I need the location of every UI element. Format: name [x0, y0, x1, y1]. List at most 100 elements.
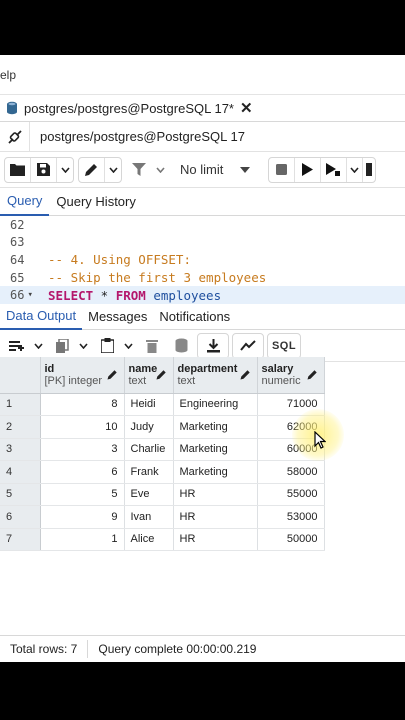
- paste-button[interactable]: [94, 334, 120, 358]
- cell-id[interactable]: 10: [40, 415, 125, 439]
- row-number-header[interactable]: [0, 357, 41, 394]
- clipboard-icon: [100, 338, 114, 353]
- row-number[interactable]: 7: [0, 528, 41, 551]
- tab-notifications[interactable]: Notifications: [153, 304, 236, 330]
- sql-editor[interactable]: 62 63 64 -- 4. Using OFFSET: 65 -- Skip …: [0, 216, 405, 304]
- chevron-down-icon: [33, 342, 43, 349]
- pencil-icon[interactable]: [107, 369, 118, 380]
- row-number[interactable]: 5: [0, 483, 41, 506]
- cell-name[interactable]: Eve: [124, 483, 174, 506]
- tab-query-history[interactable]: Query History: [49, 188, 142, 216]
- filter-button[interactable]: [126, 158, 152, 182]
- cell-id[interactable]: 3: [40, 438, 125, 461]
- tab-data-output[interactable]: Data Output: [0, 304, 83, 330]
- row-number[interactable]: 1: [0, 393, 41, 416]
- line-number: 65: [10, 270, 25, 285]
- cell-salary[interactable]: 58000: [257, 460, 325, 484]
- execute-options-dropdown[interactable]: [347, 157, 363, 182]
- cell-id[interactable]: 8: [40, 393, 125, 416]
- cell-name[interactable]: Alice: [124, 528, 174, 551]
- connection-status-icon[interactable]: [0, 121, 30, 152]
- trash-icon: [146, 339, 158, 353]
- column-header-department[interactable]: department text: [173, 357, 258, 394]
- table-row: 3 3 Charlie Marketing 60000: [0, 438, 325, 461]
- edit-options-dropdown[interactable]: [105, 158, 121, 182]
- delete-row-button[interactable]: [139, 334, 165, 358]
- cell-salary[interactable]: 55000: [257, 483, 325, 506]
- tab-messages[interactable]: Messages: [82, 304, 153, 330]
- more-toolbar-button[interactable]: [363, 158, 375, 182]
- copy-button[interactable]: [49, 334, 75, 358]
- close-icon[interactable]: ✕: [240, 99, 253, 117]
- cell-id[interactable]: 6: [40, 460, 125, 484]
- execute-button[interactable]: [295, 157, 321, 182]
- stop-button[interactable]: [269, 157, 295, 182]
- cell-department[interactable]: Marketing: [173, 460, 258, 484]
- filter-options-dropdown[interactable]: [152, 158, 168, 182]
- pencil-icon[interactable]: [240, 369, 251, 380]
- query-complete-status: Query complete 00:00:00.219: [98, 642, 257, 656]
- cell-name[interactable]: Heidi: [124, 393, 174, 416]
- graph-group: [232, 332, 264, 359]
- query-tabs: Query Query History: [0, 188, 405, 216]
- copy-group: [49, 332, 91, 359]
- line-code: SELECT * FROM employees: [48, 288, 221, 303]
- download-icon: [206, 338, 220, 352]
- cell-id[interactable]: 5: [40, 483, 125, 506]
- column-header-name[interactable]: name text: [124, 357, 174, 394]
- query-tool-tab-title: postgres/postgres@PostgreSQL 17*: [24, 100, 234, 116]
- cell-id[interactable]: 9: [40, 505, 125, 529]
- cell-name[interactable]: Ivan: [124, 505, 174, 529]
- connection-label[interactable]: postgres/postgres@PostgreSQL 17: [30, 129, 245, 144]
- add-row-button[interactable]: [4, 334, 30, 358]
- line-number: 66 ▾: [0, 288, 48, 302]
- open-file-button[interactable]: [5, 157, 31, 182]
- add-row-icon: [9, 340, 24, 351]
- save-file-button[interactable]: [31, 157, 57, 182]
- column-header-salary[interactable]: salary numeric: [257, 357, 325, 394]
- row-number[interactable]: 3: [0, 438, 41, 461]
- pencil-icon: [85, 163, 97, 176]
- graph-visualiser-button[interactable]: [233, 334, 263, 358]
- cell-name[interactable]: Judy: [124, 415, 174, 439]
- keyword-select: SELECT: [48, 287, 94, 303]
- line-number-text: 66: [10, 288, 25, 303]
- download-button[interactable]: [198, 334, 228, 358]
- execute-script-button[interactable]: [321, 157, 347, 182]
- row-number[interactable]: 2: [0, 415, 41, 439]
- sql-button-label: SQL: [271, 339, 297, 352]
- copy-dropdown[interactable]: [75, 334, 91, 358]
- execute-group: [268, 156, 376, 183]
- cell-id[interactable]: 1: [40, 528, 125, 551]
- cell-salary[interactable]: 71000: [257, 393, 325, 416]
- add-row-dropdown[interactable]: [30, 334, 46, 358]
- row-number[interactable]: 4: [0, 460, 41, 484]
- cell-department[interactable]: Marketing: [173, 438, 258, 461]
- cell-department[interactable]: HR: [173, 483, 258, 506]
- menu-help[interactable]: elp: [0, 68, 16, 82]
- row-limit-select[interactable]: No limit: [172, 158, 258, 182]
- cell-salary[interactable]: 50000: [257, 528, 325, 551]
- tab-query[interactable]: Query: [0, 188, 50, 216]
- cell-department[interactable]: HR: [173, 505, 258, 529]
- save-options-dropdown[interactable]: [57, 158, 73, 182]
- pencil-icon[interactable]: [156, 369, 167, 380]
- column-header-id[interactable]: id [PK] integer: [40, 357, 125, 394]
- cell-salary[interactable]: 53000: [257, 505, 325, 529]
- row-number[interactable]: 6: [0, 505, 41, 529]
- result-table: id [PK] integer name text department tex…: [0, 357, 325, 551]
- status-bar: Total rows: 7 Query complete 00:00:00.21…: [0, 635, 405, 662]
- pencil-icon[interactable]: [307, 369, 318, 380]
- save-data-button[interactable]: [168, 334, 194, 358]
- cell-department[interactable]: HR: [173, 528, 258, 551]
- cell-department[interactable]: Engineering: [173, 393, 258, 416]
- query-tool-tab[interactable]: postgres/postgres@PostgreSQL 17* ✕: [0, 95, 259, 122]
- fold-chevron-icon[interactable]: ▾: [27, 290, 32, 300]
- cell-name[interactable]: Frank: [124, 460, 174, 484]
- sql-button[interactable]: SQL: [268, 334, 300, 358]
- cell-name[interactable]: Charlie: [124, 438, 174, 461]
- editor-line-current: 66 ▾ SELECT * FROM employees: [0, 286, 405, 304]
- cell-department[interactable]: Marketing: [173, 415, 258, 439]
- edit-button[interactable]: [79, 157, 105, 182]
- paste-dropdown[interactable]: [120, 334, 136, 358]
